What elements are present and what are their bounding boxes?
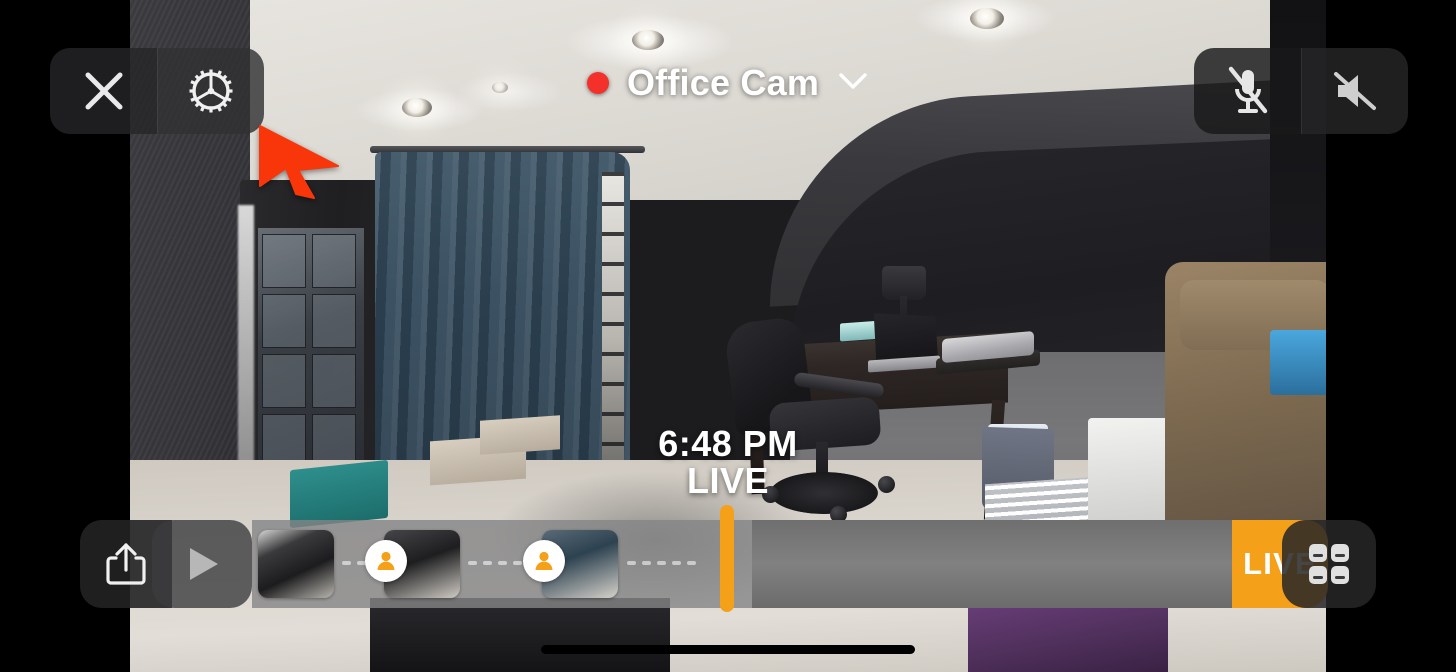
timeline-future-region: [752, 520, 1232, 608]
camera-grid-button[interactable]: [1282, 520, 1376, 608]
scene-door-glass: [258, 228, 364, 478]
camera-title[interactable]: Office Cam: [627, 62, 819, 104]
person-icon: [535, 551, 553, 570]
scene-ceiling-light: [632, 30, 664, 50]
timeline-scrubber[interactable]: [252, 520, 1232, 608]
person-icon: [377, 551, 395, 570]
settings-button[interactable]: [157, 48, 264, 134]
timeline-person-event-marker[interactable]: [365, 540, 407, 582]
scene-desk-lamp-shade: [882, 266, 926, 300]
scene-ceiling-light: [492, 82, 508, 93]
scene-blue-object: [1270, 330, 1326, 395]
timeline-gap-dots: [627, 561, 696, 565]
play-icon: [190, 548, 218, 580]
bottom-toolbar: LIVE: [80, 520, 1328, 608]
scene-right-dark-wall: [1270, 0, 1326, 300]
scene-bottom-dark-object: [370, 598, 670, 672]
speaker-toggle-button[interactable]: [1301, 48, 1408, 134]
scene-office-chair-base: [770, 472, 878, 514]
close-button[interactable]: [50, 48, 157, 134]
top-left-controls: [50, 48, 264, 134]
gear-icon: [189, 69, 233, 113]
play-button[interactable]: [152, 520, 252, 608]
camera-live-view-app: Office Cam 6:48 PM LIVE LIVE: [0, 0, 1456, 672]
scene-teal-bin: [290, 459, 388, 529]
top-right-controls: [1194, 48, 1408, 134]
scene-chair-caster: [878, 476, 895, 493]
scene-printed-box: [968, 600, 1168, 672]
mic-off-icon: [1228, 66, 1267, 114]
timeline-playhead[interactable]: [720, 505, 734, 612]
scene-chair-caster: [762, 486, 779, 503]
home-indicator[interactable]: [541, 645, 915, 654]
speaker-off-icon: [1334, 72, 1376, 110]
scene-window: [602, 172, 624, 472]
timeline-person-event-marker[interactable]: [523, 540, 565, 582]
scene-ceiling-light: [970, 8, 1004, 29]
chevron-down-icon[interactable]: [837, 70, 869, 97]
scene-ceiling-light: [402, 98, 432, 117]
share-icon: [106, 543, 146, 585]
microphone-toggle-button[interactable]: [1194, 48, 1301, 134]
scene-cardboard-box: [480, 415, 560, 455]
close-x-icon: [85, 72, 122, 110]
timeline-clip-thumbnail[interactable]: [258, 530, 334, 598]
grid-4-icon: [1309, 544, 1349, 584]
